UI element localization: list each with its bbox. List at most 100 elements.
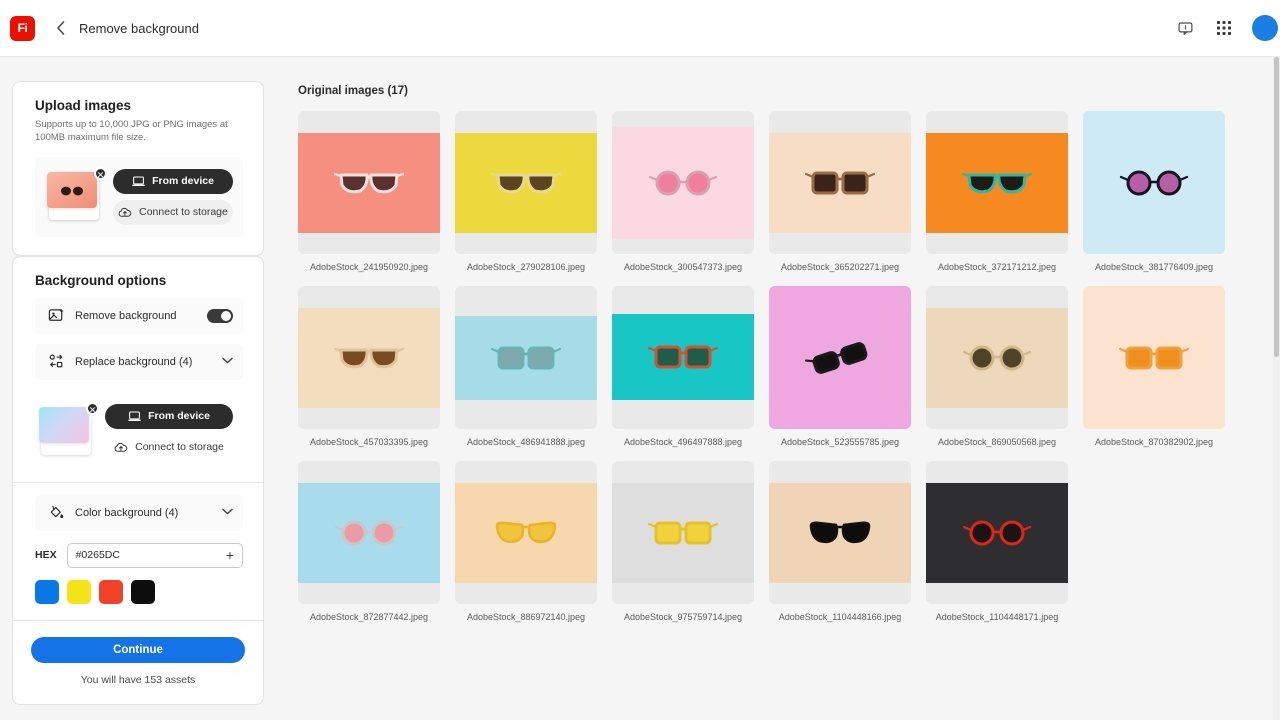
sunglasses-illustration xyxy=(962,520,1032,546)
user-avatar[interactable] xyxy=(1252,15,1278,41)
color-swatch-blue[interactable] xyxy=(35,579,59,604)
option-replace-background[interactable]: Replace background (4) xyxy=(35,343,243,380)
hex-input[interactable]: #0265DC + xyxy=(66,542,243,568)
gallery-item[interactable]: AdobeStock_975759714.jpeg xyxy=(612,461,754,622)
sunglasses-illustration xyxy=(962,172,1032,194)
gallery-item-photo xyxy=(926,133,1068,233)
gallery-item-thumbnail[interactable] xyxy=(455,461,597,604)
gallery-item-filename: AdobeStock_886972140.jpeg xyxy=(466,612,586,622)
gallery-item[interactable]: AdobeStock_457033395.jpeg xyxy=(298,286,440,447)
gallery-item[interactable]: AdobeStock_381776409.jpeg xyxy=(1083,111,1225,272)
gallery-item[interactable]: AdobeStock_872877442.jpeg xyxy=(298,461,440,622)
option-color-background[interactable]: Color background (4) xyxy=(35,494,243,531)
gallery-item-thumbnail[interactable] xyxy=(298,111,440,254)
gallery-item[interactable]: AdobeStock_869050568.jpeg xyxy=(926,286,1068,447)
replace-preview-image xyxy=(39,406,89,443)
gallery-item-thumbnail[interactable] xyxy=(455,286,597,429)
gallery-item-filename: AdobeStock_523555785.jpeg xyxy=(780,437,900,447)
gallery-item-thumbnail[interactable] xyxy=(1083,111,1225,254)
gallery-item-photo xyxy=(455,133,597,233)
gallery-item-thumbnail[interactable] xyxy=(769,111,911,254)
gallery-item-thumbnail[interactable] xyxy=(926,286,1068,429)
gallery-item-thumbnail[interactable] xyxy=(455,111,597,254)
option-remove-background[interactable]: Remove background xyxy=(35,297,243,334)
firefly-logo-text: Fi xyxy=(17,21,28,35)
background-options-section: Background options Remove background Rep… xyxy=(13,257,263,482)
gallery-item-photo xyxy=(612,314,754,400)
sunglasses-illustration xyxy=(1119,346,1189,369)
gallery-item[interactable]: AdobeStock_1104448166.jpeg xyxy=(769,461,911,622)
color-swatch-black[interactable] xyxy=(131,579,155,604)
back-button[interactable] xyxy=(51,19,69,37)
gallery-item-thumbnail[interactable] xyxy=(298,286,440,429)
gallery-item-filename: AdobeStock_975759714.jpeg xyxy=(623,612,743,622)
gallery-item-filename: AdobeStock_457033395.jpeg xyxy=(309,437,429,447)
gallery-item-filename: AdobeStock_486941888.jpeg xyxy=(466,437,586,447)
gallery-item[interactable]: AdobeStock_279028106.jpeg xyxy=(455,111,597,272)
gallery-item[interactable]: AdobeStock_365202271.jpeg xyxy=(769,111,911,272)
page-scrollbar[interactable] xyxy=(1273,57,1280,720)
apps-button[interactable] xyxy=(1213,17,1235,39)
gallery-item[interactable]: AdobeStock_486941888.jpeg xyxy=(455,286,597,447)
gallery-item-thumbnail[interactable] xyxy=(1083,286,1225,429)
gallery-item-thumbnail[interactable] xyxy=(769,461,911,604)
gallery-item-thumbnail[interactable] xyxy=(612,111,754,254)
gallery-item[interactable]: AdobeStock_870382902.jpeg xyxy=(1083,286,1225,447)
chevron-down-icon-replace[interactable] xyxy=(222,356,233,367)
continue-label: Continue xyxy=(113,643,163,656)
chat-bubble-icon xyxy=(1178,21,1192,35)
replace-from-device-button[interactable]: From device xyxy=(105,403,233,429)
gallery-item-thumbnail[interactable] xyxy=(612,286,754,429)
remove-upload-preview-button[interactable]: ✕ xyxy=(94,166,107,180)
gallery-item-photo xyxy=(298,133,440,233)
page-body: Upload images Supports up to 10,000 JPG … xyxy=(0,57,1280,720)
replace-connect-storage-button[interactable]: Connect to storage xyxy=(105,434,233,460)
sunglasses-illustration xyxy=(491,346,561,370)
gallery-item-photo xyxy=(612,483,754,583)
gallery-item[interactable]: AdobeStock_372171212.jpeg xyxy=(926,111,1068,272)
remove-replace-preview-button[interactable]: ✕ xyxy=(86,401,99,415)
sunglasses-illustration xyxy=(962,345,1032,371)
color-swatch-red[interactable] xyxy=(99,579,123,604)
gallery-item[interactable]: AdobeStock_300547373.jpeg xyxy=(612,111,754,272)
gallery-item[interactable]: AdobeStock_1104448171.jpeg xyxy=(926,461,1068,622)
option-remove-background-label: Remove background xyxy=(75,309,177,322)
laptop-icon xyxy=(132,176,145,186)
gallery-item-photo xyxy=(769,133,911,233)
continue-button[interactable]: Continue xyxy=(31,636,245,663)
gallery-item-photo xyxy=(1083,286,1225,429)
color-swatch-yellow[interactable] xyxy=(67,579,91,604)
add-color-button[interactable]: + xyxy=(226,547,234,563)
feedback-button[interactable] xyxy=(1174,17,1196,39)
gallery-item-thumbnail[interactable] xyxy=(769,286,911,429)
gallery-item[interactable]: AdobeStock_496497888.jpeg xyxy=(612,286,754,447)
from-device-button[interactable]: From device xyxy=(113,168,233,194)
firefly-logo[interactable]: Fi xyxy=(10,15,35,41)
replace-background-buttons: From device Connect to storage xyxy=(105,403,233,460)
replace-icon xyxy=(45,351,67,373)
from-device-label: From device xyxy=(152,175,214,188)
gallery-panel: Original images (17) AdobeStock_24195092… xyxy=(264,57,1280,720)
gallery-item[interactable]: AdobeStock_241950920.jpeg xyxy=(298,111,440,272)
connect-to-storage-button[interactable]: Connect to storage xyxy=(113,199,233,225)
replace-background-dropzone[interactable]: ✕ From device Connect to storage xyxy=(35,391,243,472)
gallery-item[interactable]: AdobeStock_886972140.jpeg xyxy=(455,461,597,622)
hex-label: HEX xyxy=(35,549,57,562)
chevron-down-icon-color[interactable] xyxy=(222,507,233,518)
gallery-item-thumbnail[interactable] xyxy=(926,111,1068,254)
gallery-item-thumbnail[interactable] xyxy=(298,461,440,604)
gallery-item-thumbnail[interactable] xyxy=(612,461,754,604)
panel-footer: Continue You will have 153 assets xyxy=(13,621,263,704)
gallery-item[interactable]: AdobeStock_523555785.jpeg xyxy=(769,286,911,447)
gallery-item-filename: AdobeStock_372171212.jpeg xyxy=(937,262,1057,272)
page-scrollbar-thumb[interactable] xyxy=(1274,57,1279,357)
gallery-item-thumbnail[interactable] xyxy=(926,461,1068,604)
remove-background-toggle[interactable] xyxy=(207,308,233,323)
gallery-item-filename: AdobeStock_241950920.jpeg xyxy=(309,262,429,272)
sunglasses-illustration xyxy=(334,347,404,369)
gallery-item-filename: AdobeStock_872877442.jpeg xyxy=(309,612,429,622)
upload-dropzone[interactable]: ✕ From device Connect to storage xyxy=(35,156,243,237)
gallery-item-photo xyxy=(298,483,440,583)
image-remove-icon xyxy=(45,305,67,327)
sunglasses-illustration xyxy=(648,170,718,196)
